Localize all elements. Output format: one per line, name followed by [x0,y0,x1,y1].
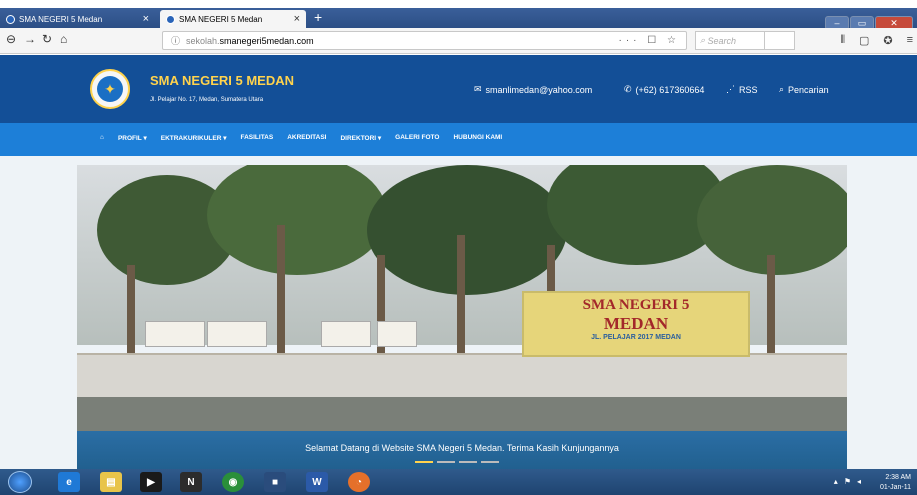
hero-slider[interactable]: SMA NEGERI 5 MEDAN JL. PELAJAR 2017 MEDA… [77,165,847,469]
rss-text: RSS [739,84,758,95]
tab-1[interactable]: SMA NEGERI 5 Medan × [0,10,155,28]
search-placeholder: Search [707,35,737,46]
sign-board [377,321,417,347]
clock-date: 01-Jan-11 [879,484,911,491]
tab-favicon-icon [6,14,15,24]
extension-icon[interactable]: ✪ [883,34,892,47]
tab-1-label: SMA NEGERI 5 Medan [19,14,103,24]
email-text: smanlimedan@yahoo.com [485,84,593,95]
rss-icon: ⋰ [726,84,735,94]
sidebar-icon[interactable]: ▢ [859,34,869,47]
windows-taskbar: e ▤ ▶ N ◉ ■ W ◔ ▴⚑◂ 2:38 AM 01-Jan-11 [0,469,917,495]
envelope-icon: ✉ [474,84,482,94]
menu-item-direktori[interactable]: DIREKTORI ▾ [340,134,381,142]
tab-2-active[interactable]: SMA NEGERI 5 Medan × [160,10,306,28]
main-menu: ⌂ PROFIL ▾ EKTRAKURIKULER ▾ FASILITAS AK… [0,123,917,156]
search-text: Pencarian [788,84,829,95]
sign-board [145,321,205,347]
school-billboard: SMA NEGERI 5 MEDAN JL. PELAJAR 2017 MEDA… [522,291,750,357]
media-player-icon[interactable]: ▶ [140,472,162,492]
address-bar[interactable]: ⓘ sekolah. smanegeri5medan.com ··· ☐ ☆ [162,31,687,50]
start-button-icon[interactable] [8,471,32,493]
slider-indicators [415,461,499,463]
slider-dot-1[interactable] [415,461,433,463]
sign-board [207,321,267,347]
billboard-line-1: SMA NEGERI 5 [582,297,690,313]
billboard-line-3: JL. PELAJAR 2017 MEDAN [591,334,681,341]
folder-icon[interactable]: ▤ [100,472,122,492]
browser-tab-bar: SMA NEGERI 5 Medan × SMA NEGERI 5 Medan … [0,8,917,30]
tab-favicon-icon [166,14,175,24]
site-address: Jl. Pelajar No. 17, Medan, Sumatera Utar… [150,97,264,103]
web-page: ✦ SMA NEGERI 5 MEDAN Jl. Pelajar No. 17,… [0,55,917,469]
phone-icon: ✆ [624,84,632,94]
billboard-line-2: MEDAN [603,314,669,333]
menu-icon[interactable]: ≡ [907,34,913,47]
firefox-icon[interactable]: ◔ [348,472,370,492]
home-icon[interactable]: ⌂ [60,32,67,46]
app-icon[interactable]: N [180,472,202,492]
magnifier-icon: ⌕ [779,84,785,94]
url-host: smanegeri5medan.com [219,35,314,46]
menu-item-akreditasi[interactable]: AKREDITASI [287,134,326,142]
search-link[interactable]: ⌕ Pencarian [779,84,829,95]
email-contact[interactable]: ✉ smanlimedan@yahoo.com [474,84,592,95]
search-input-extension[interactable] [765,31,795,50]
ie-icon[interactable]: e [58,472,80,492]
rss-link[interactable]: ⋰ RSS [726,84,758,95]
menu-item-fasilitas[interactable]: FASILITAS [240,134,273,142]
tree-canopy [367,165,567,295]
browser-nav-bar: ⊖ → ↻ ⌂ ⓘ sekolah. smanegeri5medan.com ·… [0,28,917,54]
window-top-strip [0,0,917,8]
menu-item-profil[interactable]: PROFIL ▾ [118,134,147,142]
slider-dot-2[interactable] [437,461,455,463]
phone-text: (+62) 617360664 [635,84,705,95]
school-fence-wall [77,353,847,397]
chrome-icon[interactable]: ◉ [222,472,244,492]
hero-caption: Selamat Datang di Website SMA Negeri 5 M… [77,431,847,469]
browser-toolbar-right: ⫴ ▢ ✪ ≡ [840,34,913,47]
tab-2-label: SMA NEGERI 5 Medan [179,14,263,24]
meeting-app-icon[interactable]: ■ [264,472,286,492]
forward-arrow-icon[interactable]: → [24,32,36,46]
phone-contact[interactable]: ✆ (+62) 617360664 [624,84,704,95]
site-info-icon[interactable]: ⓘ [171,34,180,47]
tab-close-icon[interactable]: × [143,13,149,25]
tut-wuri-logo-icon: ✦ [97,76,123,102]
system-clock[interactable]: 2:38 AM 01-Jan-11 [880,473,911,493]
clock-time: 2:38 AM [885,474,911,481]
menu-item-galeri-foto[interactable]: GALERI FOTO [395,134,439,142]
search-input[interactable]: ⌕ Search [695,31,765,50]
new-tab-plus-icon[interactable]: + [314,9,322,25]
slider-dot-3[interactable] [459,461,477,463]
site-header: ✦ SMA NEGERI 5 MEDAN Jl. Pelajar No. 17,… [0,55,917,123]
road-sidewalk [77,397,847,431]
page-actions[interactable]: ··· ☐ ☆ [619,35,680,46]
library-icon[interactable]: ⫴ [840,34,845,47]
sign-board [321,321,371,347]
url-prefix: sekolah. [186,35,220,46]
menu-item-hubungi-kami[interactable]: HUBUNGI KAMI [453,134,502,142]
back-arrow-icon[interactable]: ⊖ [6,32,16,46]
home-menu-icon[interactable]: ⌂ [100,134,104,142]
word-icon[interactable]: W [306,472,328,492]
system-tray[interactable]: ▴⚑◂ [834,477,867,486]
tab-close-icon[interactable]: × [294,13,300,25]
slider-dot-4[interactable] [481,461,499,463]
site-title[interactable]: SMA NEGERI 5 MEDAN [150,73,294,88]
search-icon: ⌕ [700,35,708,45]
reload-icon[interactable]: ↻ [42,32,52,46]
school-logo[interactable]: ✦ [90,69,130,109]
menu-item-ekstrakurikuler[interactable]: EKTRAKURIKULER ▾ [161,134,227,142]
